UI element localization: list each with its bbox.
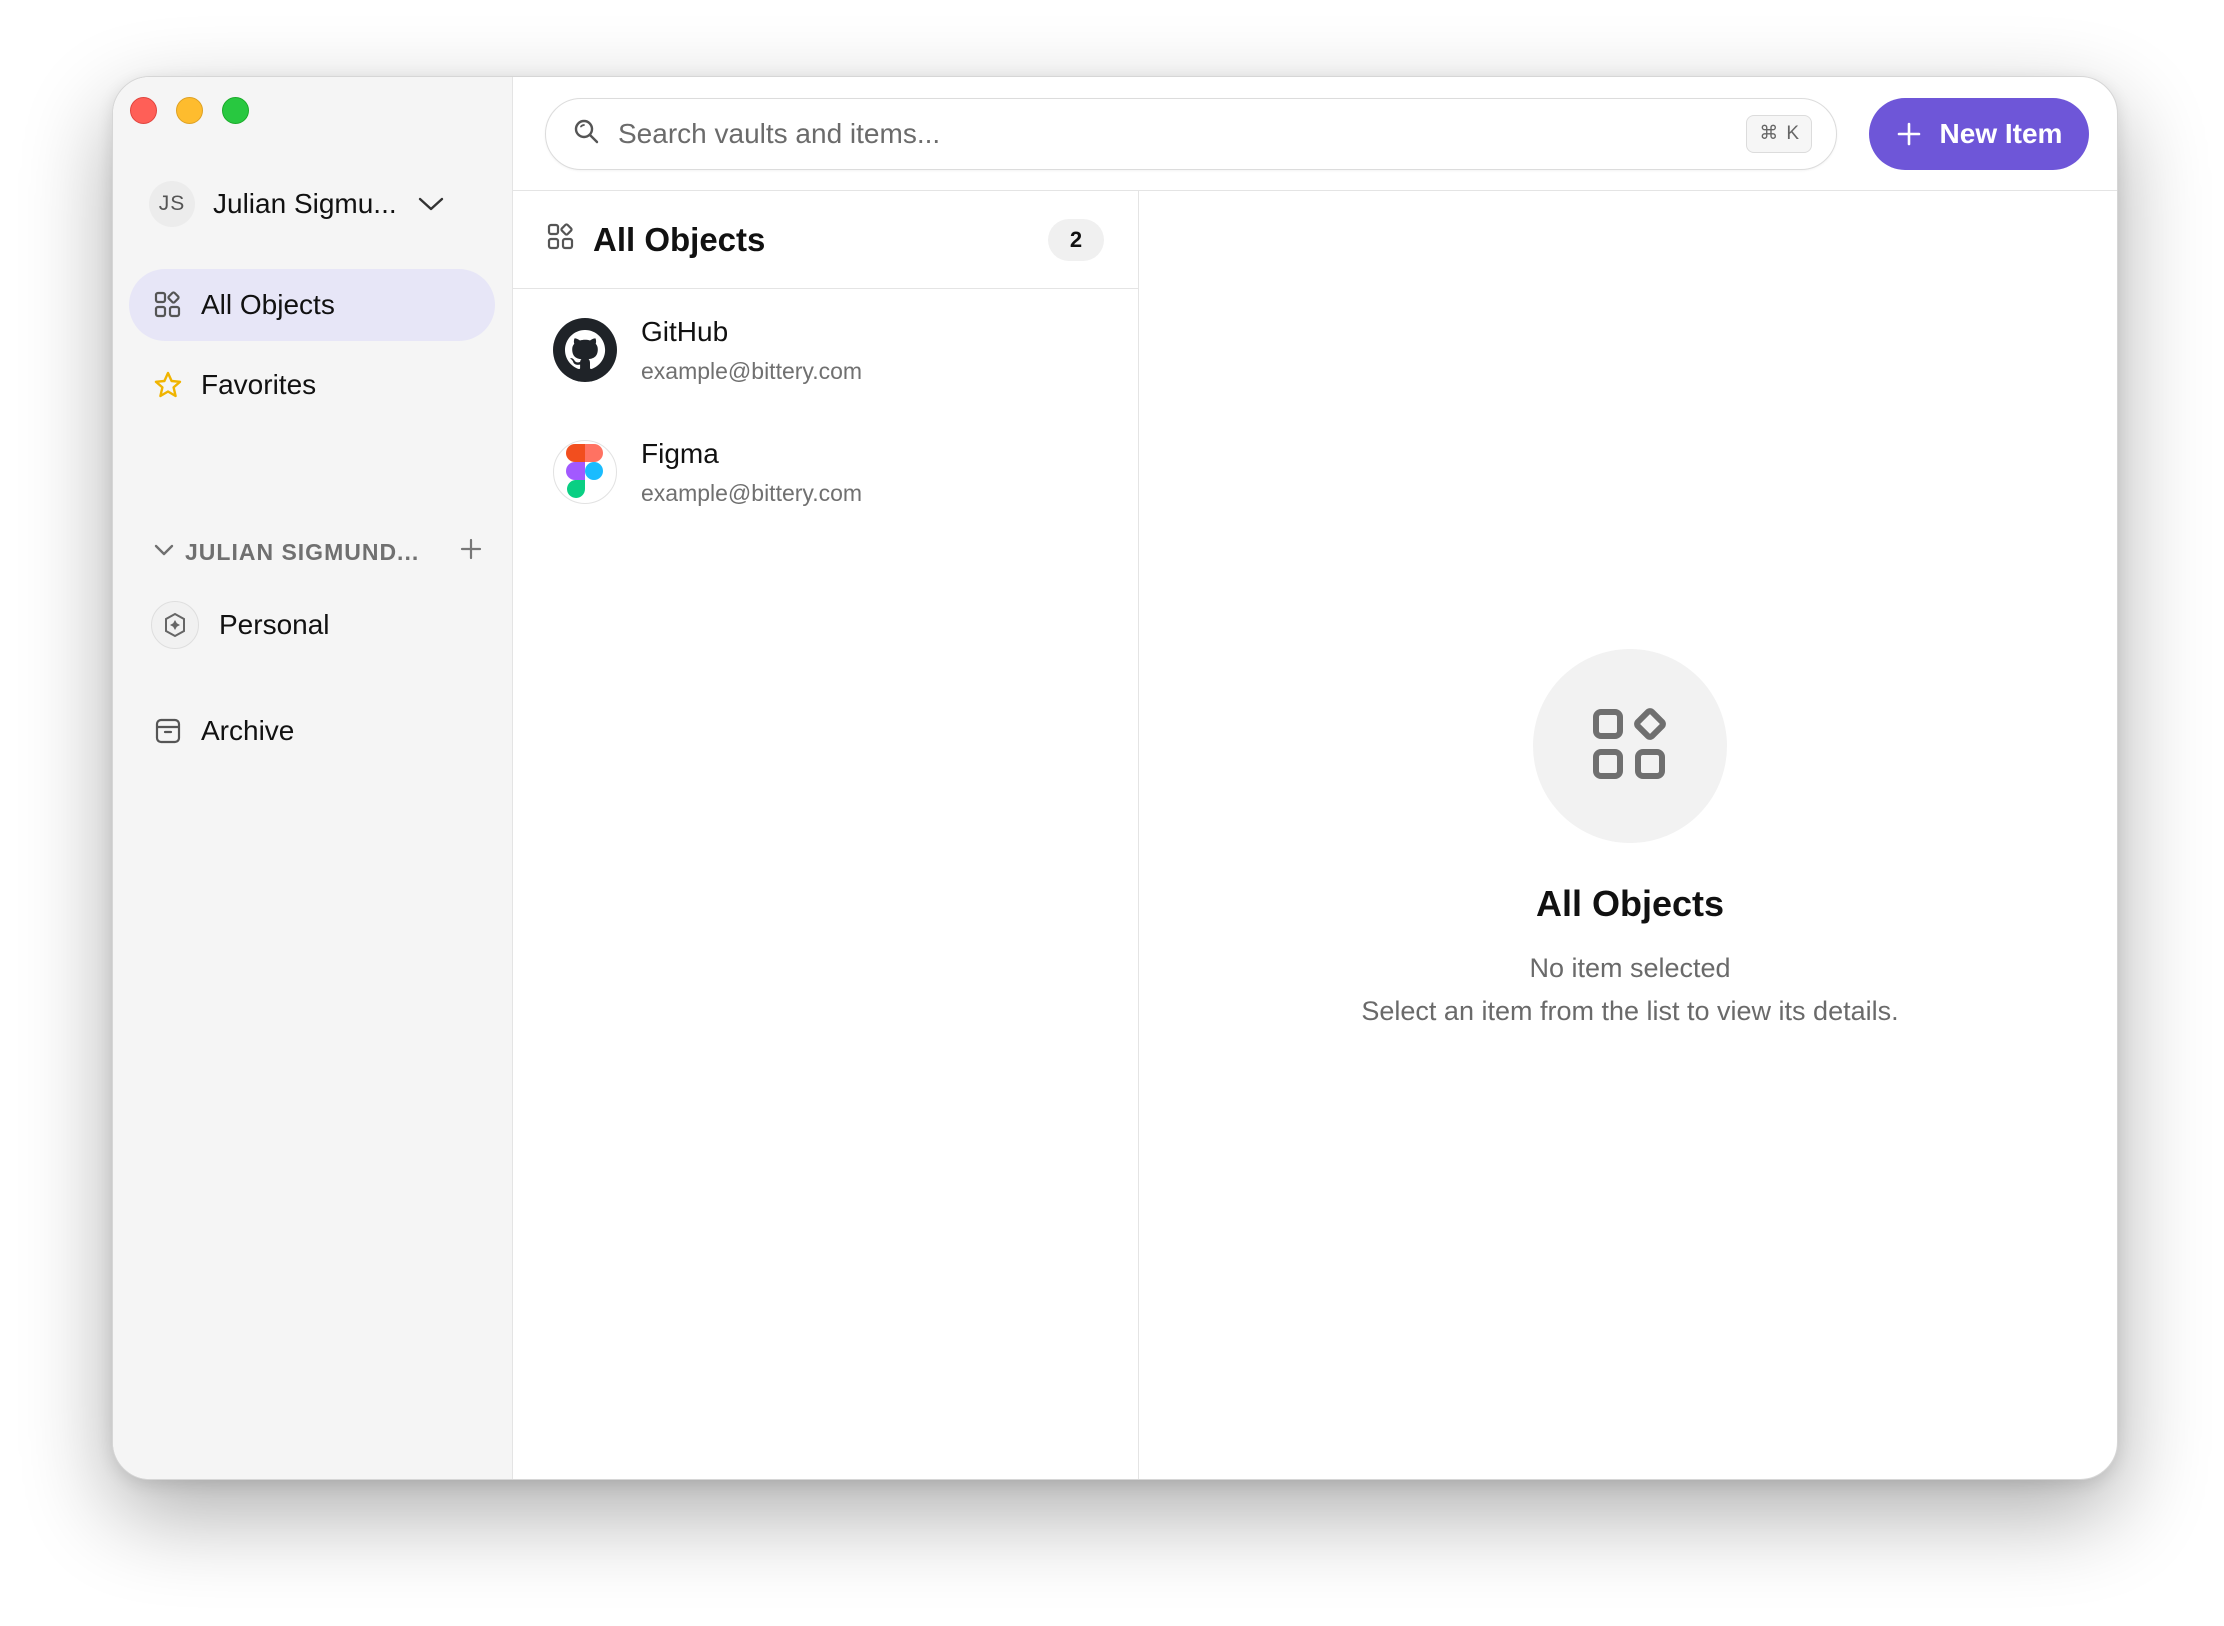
list-item-github[interactable]: GitHub example@bittery.com bbox=[513, 289, 1138, 411]
zoom-window-button[interactable] bbox=[222, 97, 249, 124]
star-icon bbox=[153, 370, 183, 400]
item-subtitle: example@bittery.com bbox=[641, 357, 863, 384]
empty-state-illustration bbox=[1533, 649, 1727, 843]
chevron-down-icon bbox=[417, 195, 445, 213]
item-subtitle: example@bittery.com bbox=[641, 479, 863, 506]
sidebar-item-label: Personal bbox=[219, 609, 330, 640]
app-window: JS Julian Sigmu... All Objects Favorites… bbox=[112, 76, 2118, 1480]
account-switcher[interactable]: JS Julian Sigmu... bbox=[149, 181, 445, 227]
empty-state-message: No item selected bbox=[1529, 953, 1731, 983]
new-item-button[interactable]: New Item bbox=[1869, 97, 2089, 170]
empty-state-title: All Objects bbox=[1535, 883, 1725, 924]
sidebar-item-all-objects[interactable]: All Objects bbox=[129, 269, 495, 341]
sidebar-item-archive[interactable]: Archive bbox=[129, 695, 495, 767]
search-icon bbox=[572, 117, 600, 150]
keyboard-shortcut-badge: ⌘ K bbox=[1746, 114, 1812, 153]
archive-icon bbox=[153, 716, 183, 746]
vault-icon bbox=[151, 601, 199, 649]
sidebar-item-label: All Objects bbox=[201, 289, 335, 320]
empty-state: All Objects No item selected Select an i… bbox=[1139, 649, 2117, 1027]
command-key-icon: ⌘ bbox=[1759, 123, 1779, 144]
toolbar: ⌘ K New Item bbox=[513, 77, 2117, 191]
main-area: ⌘ K New Item bbox=[513, 77, 2117, 1479]
list-header: All Objects 2 bbox=[513, 191, 1138, 289]
sidebar: JS Julian Sigmu... All Objects Favorites… bbox=[113, 77, 513, 1479]
vault-section-header[interactable]: JULIAN SIGMUND... bbox=[153, 537, 483, 566]
search-input[interactable] bbox=[618, 117, 1747, 150]
item-title: GitHub bbox=[641, 315, 729, 347]
shortcut-key: K bbox=[1786, 122, 1799, 144]
search-bar[interactable]: ⌘ K bbox=[545, 97, 1837, 170]
grid-icon bbox=[1590, 704, 1670, 789]
chevron-down-icon bbox=[153, 543, 175, 562]
item-list-pane: All Objects 2 GitHub example@bittery.com bbox=[513, 191, 1139, 1479]
add-vault-button[interactable] bbox=[459, 537, 483, 566]
sidebar-item-favorites[interactable]: Favorites bbox=[129, 349, 495, 421]
list-item-text: GitHub example@bittery.com bbox=[641, 316, 862, 385]
list-item-text: Figma example@bittery.com bbox=[641, 438, 862, 507]
section-label: JULIAN SIGMUND... bbox=[185, 539, 420, 565]
sidebar-item-personal[interactable]: Personal bbox=[151, 601, 330, 649]
item-title: Figma bbox=[641, 437, 719, 469]
list-title: All Objects bbox=[593, 220, 766, 258]
grid-icon bbox=[153, 290, 183, 320]
detail-pane: All Objects No item selected Select an i… bbox=[1139, 191, 2117, 1479]
github-icon bbox=[553, 318, 617, 382]
list-item-figma[interactable]: Figma example@bittery.com bbox=[513, 411, 1138, 533]
avatar: JS bbox=[149, 181, 195, 227]
window-controls bbox=[130, 97, 249, 124]
close-window-button[interactable] bbox=[130, 97, 157, 124]
figma-icon bbox=[553, 440, 617, 504]
account-name: Julian Sigmu... bbox=[213, 188, 397, 219]
empty-state-hint: Select an item from the list to view its… bbox=[1361, 996, 1899, 1026]
item-count-badge: 2 bbox=[1048, 218, 1104, 261]
sidebar-item-label: Archive bbox=[201, 715, 295, 746]
sidebar-item-label: Favorites bbox=[201, 369, 317, 400]
new-item-label: New Item bbox=[1939, 117, 2063, 149]
plus-icon bbox=[1896, 121, 1922, 147]
content-area: All Objects 2 GitHub example@bittery.com bbox=[513, 191, 2117, 1479]
minimize-window-button[interactable] bbox=[176, 97, 203, 124]
grid-icon bbox=[547, 223, 575, 256]
